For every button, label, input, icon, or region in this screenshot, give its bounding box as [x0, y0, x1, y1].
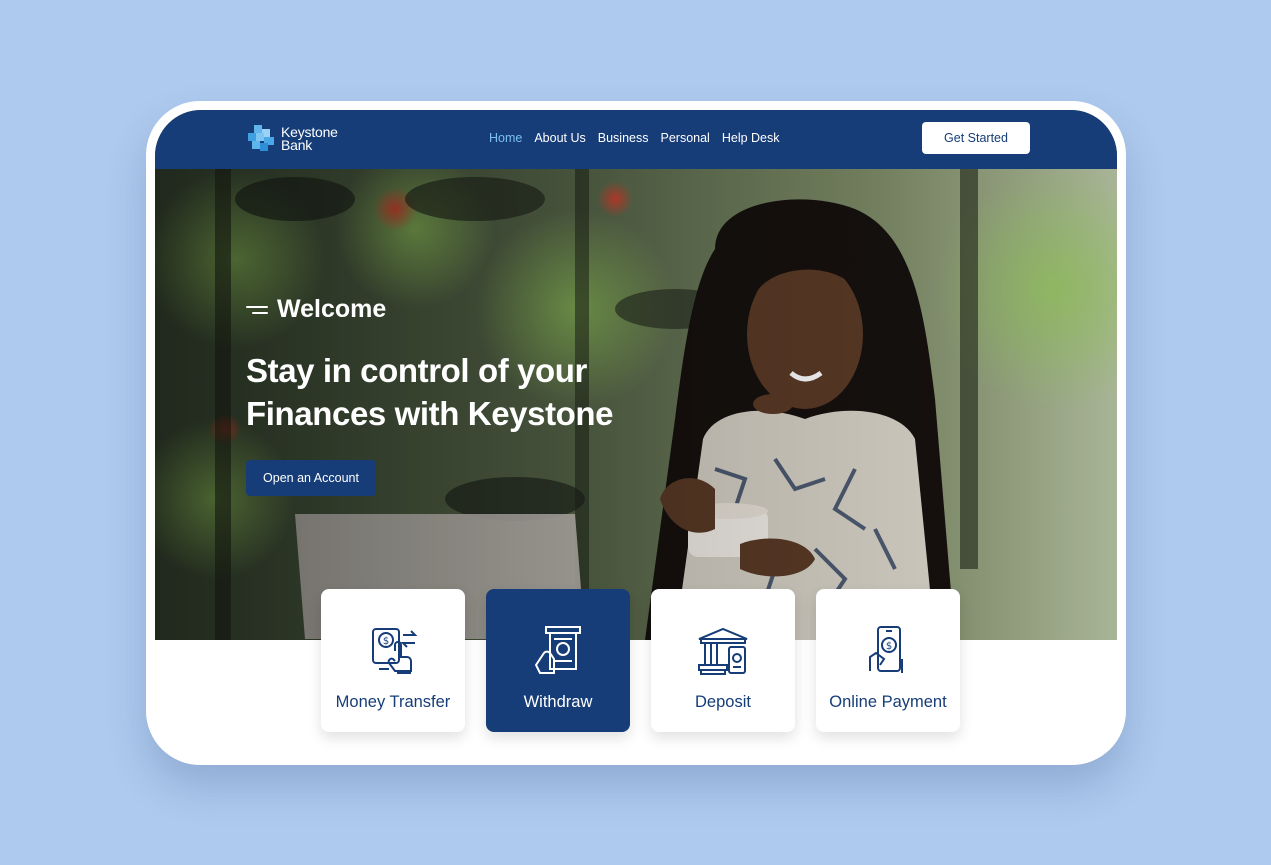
service-label: Withdraw: [523, 693, 593, 711]
svg-text:$: $: [886, 641, 892, 652]
nav-help-desk[interactable]: Help Desk: [722, 131, 780, 145]
welcome-lines-icon: [246, 304, 268, 316]
service-card-withdraw[interactable]: Withdraw: [486, 589, 630, 732]
service-card-online-payment[interactable]: $ Online Payment: [816, 589, 960, 732]
get-started-button[interactable]: Get Started: [922, 122, 1030, 154]
nav-home[interactable]: Home: [489, 131, 522, 145]
svg-text:$: $: [383, 636, 389, 647]
service-label: Money Transfer: [335, 693, 451, 711]
service-label: Online Payment: [829, 693, 947, 711]
welcome-heading: Welcome: [246, 295, 386, 324]
brand-name: Keystone Bank: [281, 125, 338, 153]
site-viewport: Keystone Bank Home About Us Business Per…: [155, 110, 1117, 640]
browser-frame: Keystone Bank Home About Us Business Per…: [146, 101, 1126, 765]
open-account-button[interactable]: Open an Account: [246, 460, 376, 496]
bank-deposit-icon: [698, 627, 748, 675]
brand-logo[interactable]: Keystone Bank: [246, 123, 338, 155]
hero-headline-line1: Stay in control of your: [246, 352, 587, 389]
keystone-logo-icon: [248, 125, 274, 151]
phone-payment-icon: $: [869, 626, 903, 673]
hero-headline-line2: Finances with Keystone: [246, 395, 614, 432]
service-label: Deposit: [695, 693, 751, 711]
money-transfer-icon: $: [372, 628, 418, 674]
service-card-money-transfer[interactable]: $ Money Transfer: [321, 589, 465, 732]
top-navbar: Keystone Bank Home About Us Business Per…: [155, 110, 1117, 169]
nav-business[interactable]: Business: [598, 131, 649, 145]
hero-headline: Stay in control of your Finances with Ke…: [246, 349, 686, 435]
welcome-text: Welcome: [277, 295, 387, 323]
hero-section: Welcome Stay in control of your Finances…: [155, 169, 1117, 640]
nav-about-us[interactable]: About Us: [534, 131, 585, 145]
service-cards: $ Money Transfer Withdraw Deposit $ Onli…: [321, 589, 960, 732]
atm-withdraw-icon: [534, 626, 581, 674]
brand-name-line2: Bank: [281, 137, 313, 153]
nav-personal[interactable]: Personal: [661, 131, 710, 145]
service-card-deposit[interactable]: Deposit: [651, 589, 795, 732]
main-nav: Home About Us Business Personal Help Des…: [489, 131, 780, 145]
